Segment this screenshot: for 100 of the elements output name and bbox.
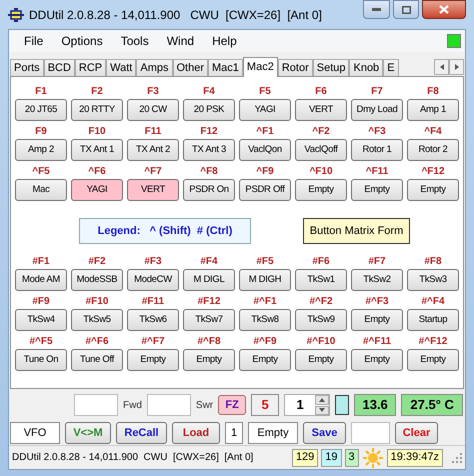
readout: 27.5° C: [401, 394, 464, 416]
action-button[interactable]: Save: [303, 422, 346, 444]
macro-button[interactable]: VERT: [127, 179, 179, 201]
macro-button[interactable]: Tune Off: [71, 349, 123, 371]
input-field[interactable]: [351, 422, 390, 444]
macro-button[interactable]: TkSw6: [127, 309, 179, 331]
macro-button[interactable]: TX Ant 1: [71, 139, 123, 161]
status-counter: 19: [321, 448, 342, 466]
action-button[interactable]: V<>M: [65, 422, 111, 444]
tab[interactable]: Rotor: [278, 59, 313, 76]
tab[interactable]: Knob: [349, 59, 384, 76]
tab[interactable]: Mac2: [242, 57, 278, 77]
macro-button[interactable]: Empty: [239, 349, 291, 371]
macro-button[interactable]: 20 PSK: [183, 99, 235, 121]
key-label: ^F11: [366, 165, 388, 179]
macro-button[interactable]: M DIGL: [183, 269, 235, 291]
key-label: F3: [147, 85, 159, 99]
key-label: ^F2: [312, 125, 330, 139]
action-button[interactable]: Clear: [395, 422, 438, 444]
macro-button[interactable]: Amp 2: [15, 139, 67, 161]
macro-button[interactable]: Startup: [407, 309, 459, 331]
status-text: DDUtil 2.0.8.28 - 14,011.900 CWU [CWX=26] [Ant 0]: [12, 451, 254, 465]
macro-button[interactable]: Empty: [351, 179, 403, 201]
macro-button[interactable]: PSDR On: [183, 179, 235, 201]
key-label: F5: [259, 85, 271, 99]
macro-button[interactable]: PSDR Off: [239, 179, 291, 201]
tab[interactable]: Ports: [10, 59, 44, 76]
key-label: #^F7: [141, 335, 165, 349]
macro-button[interactable]: TkSw1: [295, 269, 347, 291]
close-button[interactable]: [422, 0, 466, 19]
macro-button[interactable]: Mode AM: [15, 269, 67, 291]
button-matrix-form-button[interactable]: Button Matrix Form: [303, 218, 410, 244]
maximize-button[interactable]: [393, 0, 419, 19]
macro-button[interactable]: TkSw4: [15, 309, 67, 331]
resize-grip-icon[interactable]: [452, 452, 462, 462]
minimize-button[interactable]: [363, 0, 390, 19]
macro-button[interactable]: 20 CW: [127, 99, 179, 121]
macro-button[interactable]: TX Ant 2: [127, 139, 179, 161]
macro-button[interactable]: Empty: [407, 349, 459, 371]
macro-button[interactable]: ModeSSB: [71, 269, 123, 291]
macro-button[interactable]: M DIGH: [239, 269, 291, 291]
close-icon: [439, 5, 449, 14]
macro-button[interactable]: Empty: [295, 349, 347, 371]
macro-button[interactable]: VERT: [295, 99, 347, 121]
macro-button[interactable]: Empty: [183, 349, 235, 371]
tab[interactable]: Mac1: [208, 59, 243, 76]
tab[interactable]: Watt: [106, 59, 136, 76]
input-field[interactable]: [74, 394, 118, 416]
menu-item[interactable]: Wind: [158, 32, 204, 50]
macro-button[interactable]: Rotor 2: [407, 139, 459, 161]
scroll-left-button[interactable]: [434, 59, 449, 75]
macro-button[interactable]: TkSw9: [295, 309, 347, 331]
spin-down-button[interactable]: [315, 406, 330, 415]
macro-button[interactable]: Mac: [15, 179, 67, 201]
key-label: F12: [200, 125, 218, 139]
action-button[interactable]: Load: [172, 422, 220, 444]
tab[interactable]: Setup: [312, 59, 350, 76]
tab[interactable]: Amps: [136, 59, 172, 76]
field-label: Fwd: [123, 398, 142, 412]
menu-item[interactable]: Options: [52, 32, 112, 50]
key-label: F1: [35, 85, 47, 99]
spin-up-button[interactable]: [315, 395, 330, 404]
tab[interactable]: E: [383, 59, 399, 76]
macro-button[interactable]: Tune On: [15, 349, 67, 371]
input-field[interactable]: [146, 394, 191, 416]
macro-button[interactable]: YAGI: [239, 99, 291, 121]
macro-button[interactable]: TkSw2: [351, 269, 403, 291]
key-label: ^F1: [256, 125, 274, 139]
macro-button[interactable]: Empty: [407, 179, 459, 201]
action-button[interactable]: ReCall: [116, 422, 167, 444]
macro-button[interactable]: Empty: [351, 309, 403, 331]
macro-button[interactable]: TkSw8: [239, 309, 291, 331]
tab[interactable]: BCD: [44, 59, 75, 76]
macro-button[interactable]: TkSw3: [407, 269, 459, 291]
menu-item[interactable]: Help: [203, 32, 246, 50]
macro-button[interactable]: Amp 1: [407, 99, 459, 121]
macro-button[interactable]: Empty: [351, 349, 403, 371]
macro-button[interactable]: YAGI: [71, 179, 123, 201]
macro-button[interactable]: Empty: [295, 179, 347, 201]
macro-button[interactable]: TX Ant 3: [183, 139, 235, 161]
tab[interactable]: Other: [172, 59, 208, 76]
macro-button[interactable]: VaclQoff: [295, 139, 347, 161]
menu-item[interactable]: Tools: [112, 32, 158, 50]
macro-button[interactable]: TkSw7: [183, 309, 235, 331]
action-button[interactable]: FZ: [218, 395, 246, 415]
number-spinner[interactable]: 1: [284, 394, 330, 416]
scroll-right-button[interactable]: [449, 59, 464, 75]
tab[interactable]: RCP: [74, 59, 106, 76]
macro-button[interactable]: ModeCW: [127, 269, 179, 291]
menu-item[interactable]: File: [15, 32, 52, 50]
macro-button[interactable]: Dmy Load: [351, 99, 403, 121]
key-label: #F3: [144, 255, 162, 269]
key-label: ^F3: [368, 125, 386, 139]
macro-button[interactable]: TkSw5: [71, 309, 123, 331]
macro-button[interactable]: 20 RTTY: [71, 99, 123, 121]
macro-button[interactable]: Empty: [127, 349, 179, 371]
macro-button[interactable]: Rotor 1: [351, 139, 403, 161]
macro-button[interactable]: 20 JT65: [15, 99, 67, 121]
key-label: F9: [35, 125, 47, 139]
macro-button[interactable]: VaclQon: [239, 139, 291, 161]
